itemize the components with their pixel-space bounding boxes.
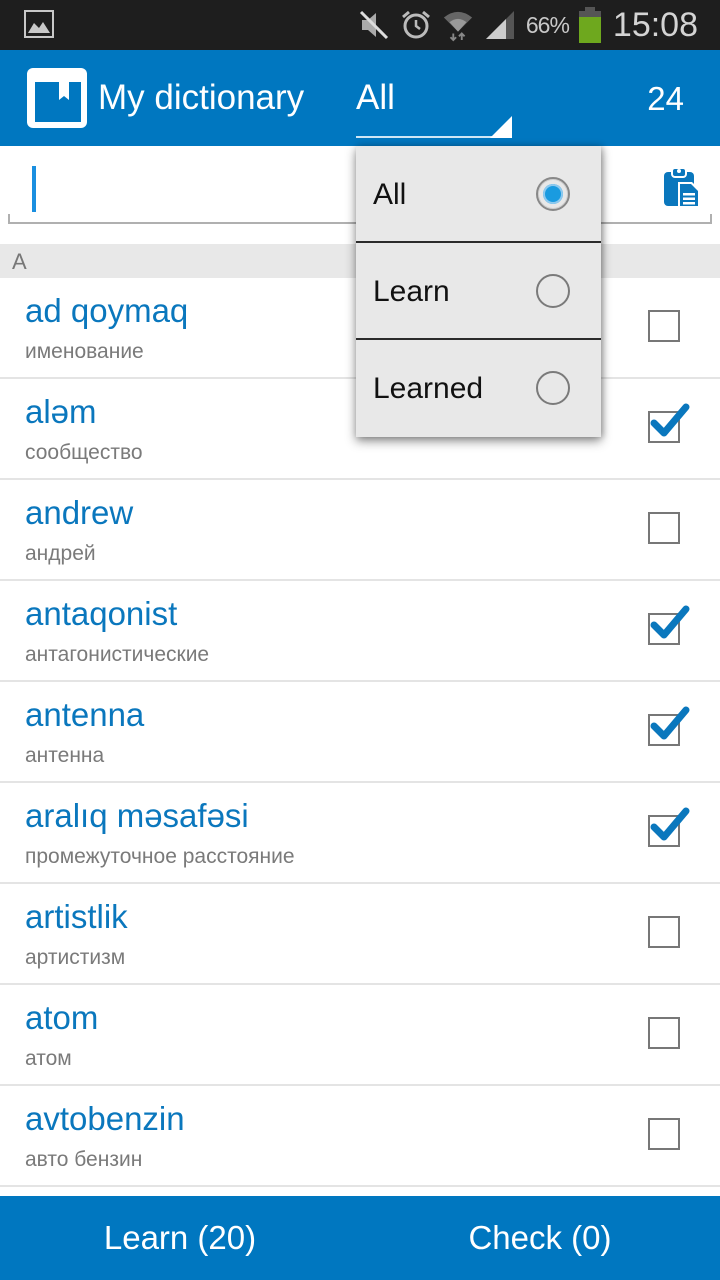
gallery-notification-icon	[24, 10, 54, 38]
word-row[interactable]: andrew андрей	[0, 480, 720, 581]
checkmark-icon	[650, 807, 690, 841]
checkmark-icon	[650, 605, 690, 639]
translation-text: антагонистические	[25, 643, 210, 666]
word-row[interactable]: artistlik артистизм	[0, 884, 720, 985]
word-row[interactable]: atom атом	[0, 985, 720, 1086]
clipboard-icon	[664, 167, 700, 208]
status-bar: 66% 15:08	[0, 0, 720, 50]
filter-dropdown-menu: All Learn Learned	[356, 146, 601, 437]
word-row[interactable]: avtobenzin авто бензин	[0, 1086, 720, 1187]
translation-text: антенна	[25, 744, 105, 767]
translation-text: артистизм	[25, 946, 126, 969]
translation-text: именование	[25, 340, 144, 363]
paste-clipboard-button[interactable]	[662, 166, 702, 210]
learned-checkbox[interactable]	[648, 512, 680, 544]
word-text: aralıq məsafəsi	[25, 797, 249, 834]
clock: 15:08	[612, 5, 698, 44]
mute-icon	[358, 9, 390, 41]
word-text: avtobenzin	[25, 1100, 185, 1137]
filter-option-label: Learn	[373, 275, 450, 308]
signal-icon	[484, 9, 516, 41]
filter-spinner[interactable]: All	[356, 74, 512, 138]
learned-checkbox[interactable]	[648, 403, 690, 443]
word-row[interactable]: antenna антенна	[0, 682, 720, 783]
word-text: antenna	[25, 696, 145, 733]
learned-checkbox[interactable]	[648, 706, 690, 746]
word-text: antaqonist	[25, 595, 178, 632]
translation-text: атом	[25, 1047, 72, 1070]
word-text: artistlik	[25, 898, 128, 935]
checkmark-icon	[650, 706, 690, 740]
learned-checkbox[interactable]	[648, 1118, 680, 1150]
filter-option-label: Learned	[373, 372, 484, 405]
battery-icon	[578, 7, 601, 43]
screen: 66% 15:08 My dictionary All 24 A ad qoym…	[0, 0, 720, 1280]
dropdown-triangle-icon	[490, 116, 512, 138]
filter-selected-label: All	[356, 78, 395, 117]
radio-button[interactable]	[536, 371, 570, 405]
word-text: aləm	[25, 393, 97, 430]
filter-option-learn[interactable]: Learn	[356, 243, 601, 340]
filter-option-all[interactable]: All	[356, 146, 601, 243]
translation-text: сообщество	[25, 441, 143, 464]
learned-checkbox[interactable]	[648, 310, 680, 342]
app-title: My dictionary	[98, 78, 305, 117]
filter-option-learned[interactable]: Learned	[356, 340, 601, 437]
radio-button[interactable]	[536, 274, 570, 308]
word-text: ad qoymaq	[25, 292, 189, 329]
spinner-underline	[356, 136, 512, 138]
radio-button[interactable]	[536, 177, 570, 211]
checkmark-icon	[650, 403, 690, 437]
action-bar: My dictionary All 24	[0, 50, 720, 146]
word-count: 24	[647, 80, 684, 117]
learned-checkbox[interactable]	[648, 1017, 680, 1049]
word-row[interactable]: antaqonist антагонистические	[0, 581, 720, 682]
translation-text: промежуточное расстояние	[25, 845, 295, 868]
translation-text: андрей	[25, 542, 96, 565]
word-row[interactable]: aralıq məsafəsi промежуточное расстояние	[0, 783, 720, 884]
battery-percent: 66%	[525, 11, 570, 38]
bottom-action-bar: Learn (20) Check (0)	[0, 1196, 720, 1280]
text-caret	[32, 166, 36, 212]
learned-checkbox[interactable]	[648, 807, 690, 847]
learned-checkbox[interactable]	[648, 916, 680, 948]
learn-button[interactable]: Learn (20)	[0, 1196, 360, 1280]
translation-text: авто бензин	[25, 1148, 143, 1171]
learned-checkbox[interactable]	[648, 605, 690, 645]
word-text: andrew	[25, 494, 134, 531]
dictionary-book-icon[interactable]	[25, 66, 89, 130]
check-button[interactable]: Check (0)	[360, 1196, 720, 1280]
word-text: atom	[25, 999, 99, 1036]
radio-selected-dot	[543, 184, 563, 204]
wifi-icon	[442, 9, 474, 42]
alarm-icon	[400, 9, 432, 41]
filter-option-label: All	[373, 178, 407, 211]
